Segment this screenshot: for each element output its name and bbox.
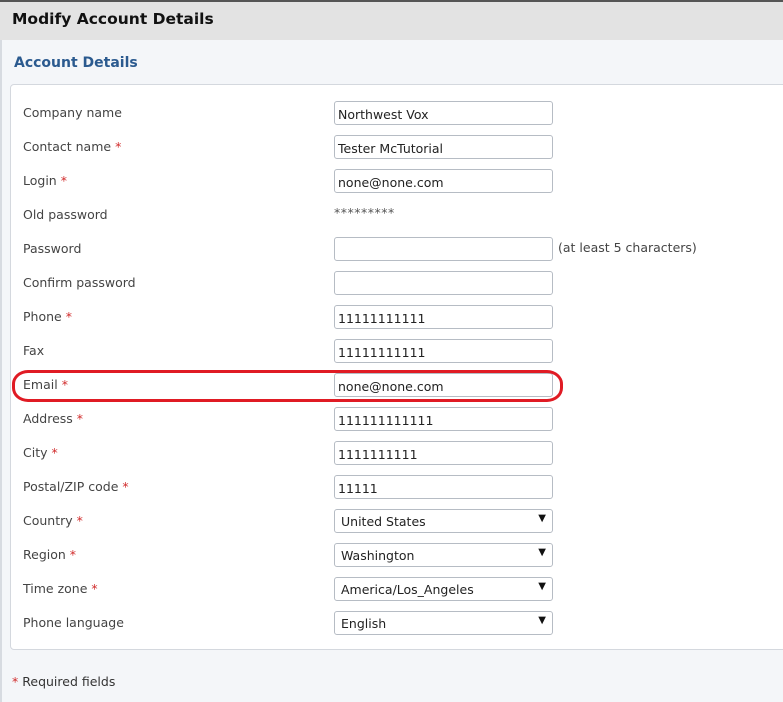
confirm-password-input[interactable] [334,271,553,295]
field-row-contact-name: Contact name * Tester McTutorial [11,135,783,159]
phone-input[interactable]: 11111111111 [334,305,553,329]
phone-language-label: Phone language [23,615,124,630]
country-select-value: United States [341,514,426,529]
field-row-login: Login * none@none.com [11,169,783,193]
address-input[interactable]: 111111111111 [334,407,553,431]
old-password-value: ********* [334,205,395,220]
page-header: Modify Account Details [0,0,783,40]
field-row-time-zone: Time zone * America/Los_Angeles ▼ [11,577,783,601]
chevron-down-icon: ▼ [538,615,546,626]
field-row-country: Country * United States ▼ [11,509,783,533]
field-row-city: City * 1111111111 [11,441,783,465]
required-fields-note: * Required fields [12,674,115,689]
contact-name-label: Contact name * [23,139,122,154]
required-marker: * [76,411,84,426]
country-select[interactable]: United States ▼ [334,509,553,533]
page-title: Modify Account Details [12,10,214,28]
required-marker: * [12,674,19,689]
required-marker: * [60,173,67,188]
password-hint: (at least 5 characters) [558,240,697,255]
login-label: Login * [23,173,67,188]
field-row-password: Password (at least 5 characters) [11,237,783,261]
country-label: Country * [23,513,83,528]
field-row-region: Region * Washington ▼ [11,543,783,567]
region-label: Region * [23,547,77,562]
phone-language-select[interactable]: English ▼ [334,611,553,635]
required-marker: * [65,309,72,324]
address-label: Address * [23,411,84,426]
email-highlight-annotation [12,370,563,402]
field-row-fax: Fax 11111111111 [11,339,783,363]
required-fields-text: Required fields [22,674,116,689]
time-zone-select-value: America/Los_Angeles [341,582,474,597]
city-input[interactable]: 1111111111 [334,441,553,465]
region-select[interactable]: Washington ▼ [334,543,553,567]
required-marker: * [91,581,98,596]
required-marker: * [115,139,122,154]
field-row-old-password: Old password ********* [11,203,783,227]
chevron-down-icon: ▼ [538,581,546,592]
required-marker: * [76,513,83,528]
company-name-input[interactable]: Northwest Vox [334,101,553,125]
fax-input[interactable]: 11111111111 [334,339,553,363]
field-row-phone: Phone * 11111111111 [11,305,783,329]
section-title: Account Details [14,55,138,71]
login-input[interactable]: none@none.com [334,169,553,193]
phone-language-select-value: English [341,616,387,631]
confirm-password-label: Confirm password [23,275,136,290]
postal-code-label: Postal/ZIP code * [23,479,129,494]
required-marker: * [51,445,58,460]
field-row-phone-language: Phone language English ▼ [11,611,783,635]
fax-label: Fax [23,343,45,358]
old-password-label: Old password [23,207,108,222]
chevron-down-icon: ▼ [538,547,546,558]
chevron-down-icon: ▼ [538,513,546,524]
field-row-confirm-password: Confirm password [11,271,783,295]
contact-name-input[interactable]: Tester McTutorial [334,135,553,159]
password-input[interactable] [334,237,553,261]
company-name-label: Company name [23,105,122,120]
field-row-company-name: Company name Northwest Vox [11,101,783,125]
time-zone-label: Time zone * [23,581,98,596]
postal-code-input[interactable]: 11111 [334,475,553,499]
region-select-value: Washington [341,548,415,563]
field-row-address: Address * 111111111111 [11,407,783,431]
phone-label: Phone * [23,309,72,324]
required-marker: * [122,479,129,494]
time-zone-select[interactable]: America/Los_Angeles ▼ [334,577,553,601]
field-row-postal-code: Postal/ZIP code * 11111 [11,475,783,499]
city-label: City * [23,445,58,460]
password-label: Password [23,241,82,256]
required-marker: * [69,547,77,562]
page-edge [0,0,2,702]
account-details-form: Company name Northwest Vox Contact name *… [10,84,783,650]
